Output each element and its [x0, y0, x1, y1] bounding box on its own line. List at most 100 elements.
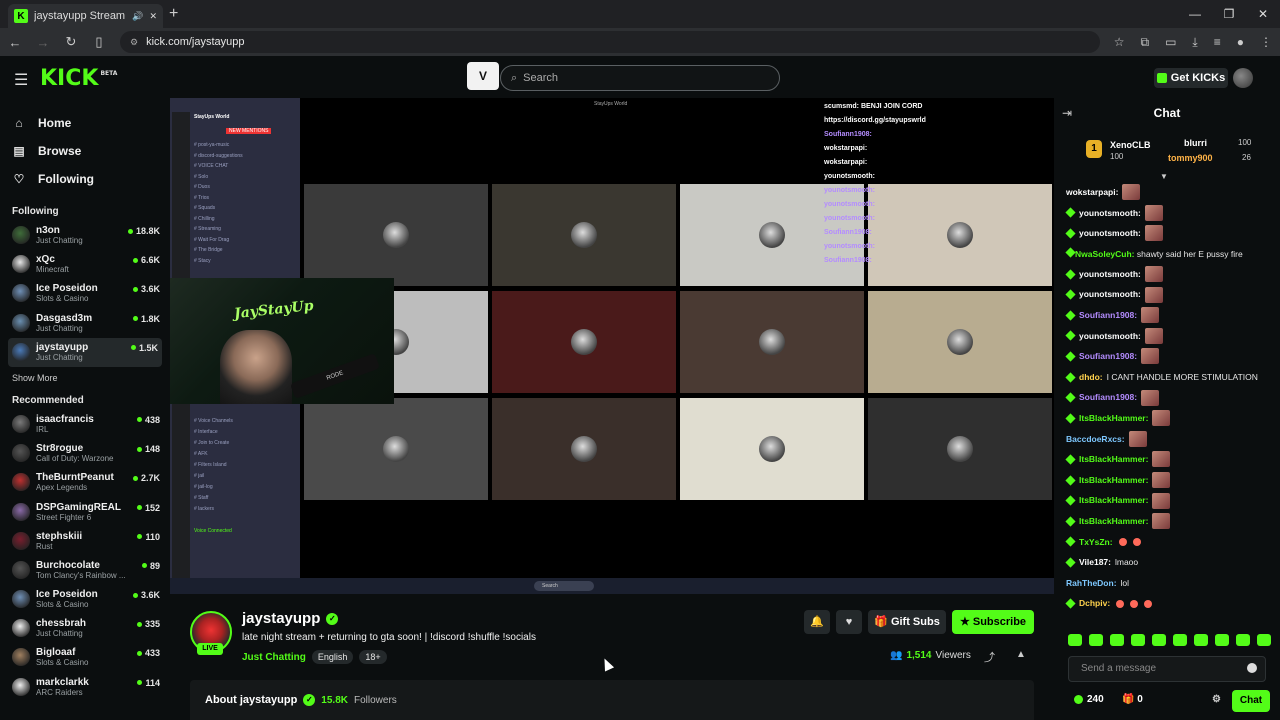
get-kicks-button[interactable]: Get KICKs	[1154, 68, 1228, 88]
show-more-link[interactable]: Show More	[0, 373, 170, 383]
kick-logo[interactable]: KICK BETA	[40, 66, 117, 91]
channel-row[interactable]: isaacfrancis IRL 438	[0, 410, 170, 439]
chat-username[interactable]: ItsBlackHammer:	[1079, 449, 1148, 470]
search-bar[interactable]: ⌕ Search	[500, 65, 780, 91]
new-tab-button[interactable]: +	[169, 5, 178, 23]
chat-username[interactable]: NwaSoleyCuh:	[1075, 249, 1135, 259]
channel-points[interactable]: 240	[1074, 694, 1104, 705]
report-icon[interactable]: ▲	[1016, 649, 1026, 660]
send-chat-button[interactable]: Chat	[1232, 690, 1270, 712]
emote-icon[interactable]	[1173, 634, 1187, 646]
vod-button-icon[interactable]: V	[467, 62, 499, 90]
menu-dots-icon[interactable]: ⋮	[1260, 35, 1272, 50]
emote-icon[interactable]	[1131, 634, 1145, 646]
channel-name[interactable]: jaystayupp	[242, 610, 320, 627]
chat-username[interactable]: younotsmooth:	[1079, 203, 1141, 224]
channel-row[interactable]: markclarkk ARC Raiders 114	[0, 673, 170, 702]
cast-icon[interactable]: ▭	[1165, 35, 1176, 50]
sidebar-item-browse[interactable]: ▤ Browse	[0, 138, 170, 164]
emote-image	[1152, 451, 1171, 468]
speaker-icon[interactable]: 🔊	[132, 11, 143, 22]
back-icon[interactable]: ←	[8, 35, 22, 50]
url-field[interactable]: ⚙ kick.com/jaystayupp	[120, 31, 1100, 53]
media-icon[interactable]: ≡	[1214, 35, 1221, 50]
leader-name[interactable]: tommy900	[1168, 153, 1213, 163]
user-avatar[interactable]	[1233, 68, 1253, 88]
emote-image	[1144, 204, 1163, 221]
follow-heart-button[interactable]: ♥	[836, 610, 862, 634]
tag-english[interactable]: English	[311, 650, 354, 664]
search-input[interactable]: Search	[523, 72, 558, 84]
chat-username[interactable]: wokstarpapi:	[1066, 182, 1118, 203]
video-player[interactable]: StayUps World StayUps World NEW MENTIONS…	[170, 98, 1054, 594]
chat-message-input[interactable]: Send a message	[1068, 656, 1266, 682]
hamburger-menu-icon[interactable]: ☰	[14, 70, 28, 90]
emote-icon[interactable]	[1236, 634, 1250, 646]
emote-icon[interactable]	[1215, 634, 1229, 646]
channel-row[interactable]: Str8rogue Call of Duty: Warzone 148	[0, 439, 170, 468]
channel-row[interactable]: stephskiii Rust 110	[0, 527, 170, 556]
channel-row[interactable]: TheBurntPeanut Apex Legends 2.7K	[0, 468, 170, 497]
emote-icon[interactable]	[1152, 634, 1166, 646]
chat-username[interactable]: Dchpiv:	[1079, 593, 1110, 614]
close-window-button[interactable]: ✕	[1246, 0, 1280, 28]
channel-row[interactable]: Dasgasd3m Just Chatting 1.8K	[0, 309, 170, 338]
minimize-button[interactable]: —	[1178, 0, 1212, 28]
chat-username[interactable]: BaccdoeRxcs:	[1066, 429, 1125, 450]
chat-username[interactable]: younotsmooth:	[1079, 284, 1141, 305]
split-view-icon[interactable]: ▯	[92, 34, 106, 50]
emote-icon[interactable]	[1089, 634, 1103, 646]
emoji-picker-icon[interactable]	[1247, 663, 1257, 673]
chat-settings-gear-icon[interactable]: ⚙	[1212, 694, 1221, 705]
chat-username[interactable]: RahTheDon:	[1066, 573, 1117, 594]
channel-row[interactable]: Burchocolate Tom Clancy's Rainbow ... 89	[0, 556, 170, 585]
channel-row[interactable]: jaystayupp Just Chatting 1.5K	[8, 337, 162, 367]
chat-username[interactable]: ItsBlackHammer:	[1079, 490, 1148, 511]
gift-subs-button[interactable]: 🎁 Gift Subs	[868, 610, 946, 634]
tab-close-icon[interactable]: ✕	[149, 11, 157, 22]
chat-username[interactable]: younotsmooth:	[1079, 326, 1141, 347]
chat-username[interactable]: dhdo:	[1079, 367, 1103, 388]
emote-icon[interactable]	[1257, 634, 1271, 646]
channel-row[interactable]: DSPGamingREAL Street Fighter 6 152	[0, 498, 170, 527]
tag-18plus[interactable]: 18+	[359, 650, 387, 664]
pinned-toggle-icon[interactable]: ▼	[1160, 172, 1168, 181]
chat-username[interactable]: TxYsZn:	[1079, 532, 1113, 553]
chat-username[interactable]: Soufiann1908:	[1079, 387, 1137, 408]
chat-username[interactable]: younotsmooth:	[1079, 223, 1141, 244]
channel-row[interactable]: Ice Poseidon Slots & Casino 3.6K	[0, 585, 170, 614]
forward-icon[interactable]: →	[36, 35, 50, 50]
chat-username[interactable]: ItsBlackHammer:	[1079, 408, 1148, 429]
share-icon[interactable]: ⤴	[984, 649, 995, 665]
chat-username[interactable]: Soufiann1908:	[1079, 305, 1137, 326]
sidebar-item-following[interactable]: ♡ Following	[0, 166, 170, 192]
subscribe-button[interactable]: ★ Subscribe	[952, 610, 1034, 634]
maximize-button[interactable]: ❐	[1212, 0, 1246, 28]
channel-row[interactable]: Bigloaaf Slots & Casino 433	[0, 643, 170, 672]
channel-row[interactable]: xQc Minecraft 6.6K	[0, 250, 170, 279]
chat-username[interactable]: ItsBlackHammer:	[1079, 470, 1148, 491]
chat-username[interactable]: ItsBlackHammer:	[1079, 511, 1148, 532]
emote-icon[interactable]	[1110, 634, 1124, 646]
sidebar-item-home[interactable]: ⌂ Home	[0, 110, 170, 136]
site-info-icon[interactable]: ⚙	[130, 37, 138, 48]
profile-icon[interactable]: ●	[1237, 35, 1244, 50]
gift-counter[interactable]: 🎁 0	[1122, 694, 1143, 705]
category-link[interactable]: Just Chatting	[242, 652, 306, 663]
leader-name[interactable]: blurri	[1184, 138, 1207, 148]
download-icon[interactable]: ⤓	[1192, 35, 1197, 50]
emote-icon[interactable]	[1194, 634, 1208, 646]
browser-tab[interactable]: K jaystayupp Stream - Watch 🔊 ✕	[8, 4, 163, 28]
extensions-icon[interactable]: ⧉	[1141, 35, 1150, 50]
channel-row[interactable]: Ice Poseidon Slots & Casino 3.6K	[0, 279, 170, 308]
reload-icon[interactable]: ↻	[64, 34, 78, 50]
emote-icon[interactable]	[1068, 634, 1082, 646]
channel-row[interactable]: n3on Just Chatting 18.8K	[0, 221, 170, 250]
notification-bell-button[interactable]: 🔔	[804, 610, 830, 634]
chat-username[interactable]: Vile187:	[1079, 552, 1111, 573]
leader-name[interactable]: XenoCLB	[1110, 140, 1151, 150]
bookmark-star-icon[interactable]: ☆	[1114, 35, 1125, 50]
channel-row[interactable]: chessbrah Just Chatting 335	[0, 614, 170, 643]
chat-username[interactable]: younotsmooth:	[1079, 264, 1141, 285]
chat-username[interactable]: Soufiann1908:	[1079, 346, 1137, 367]
